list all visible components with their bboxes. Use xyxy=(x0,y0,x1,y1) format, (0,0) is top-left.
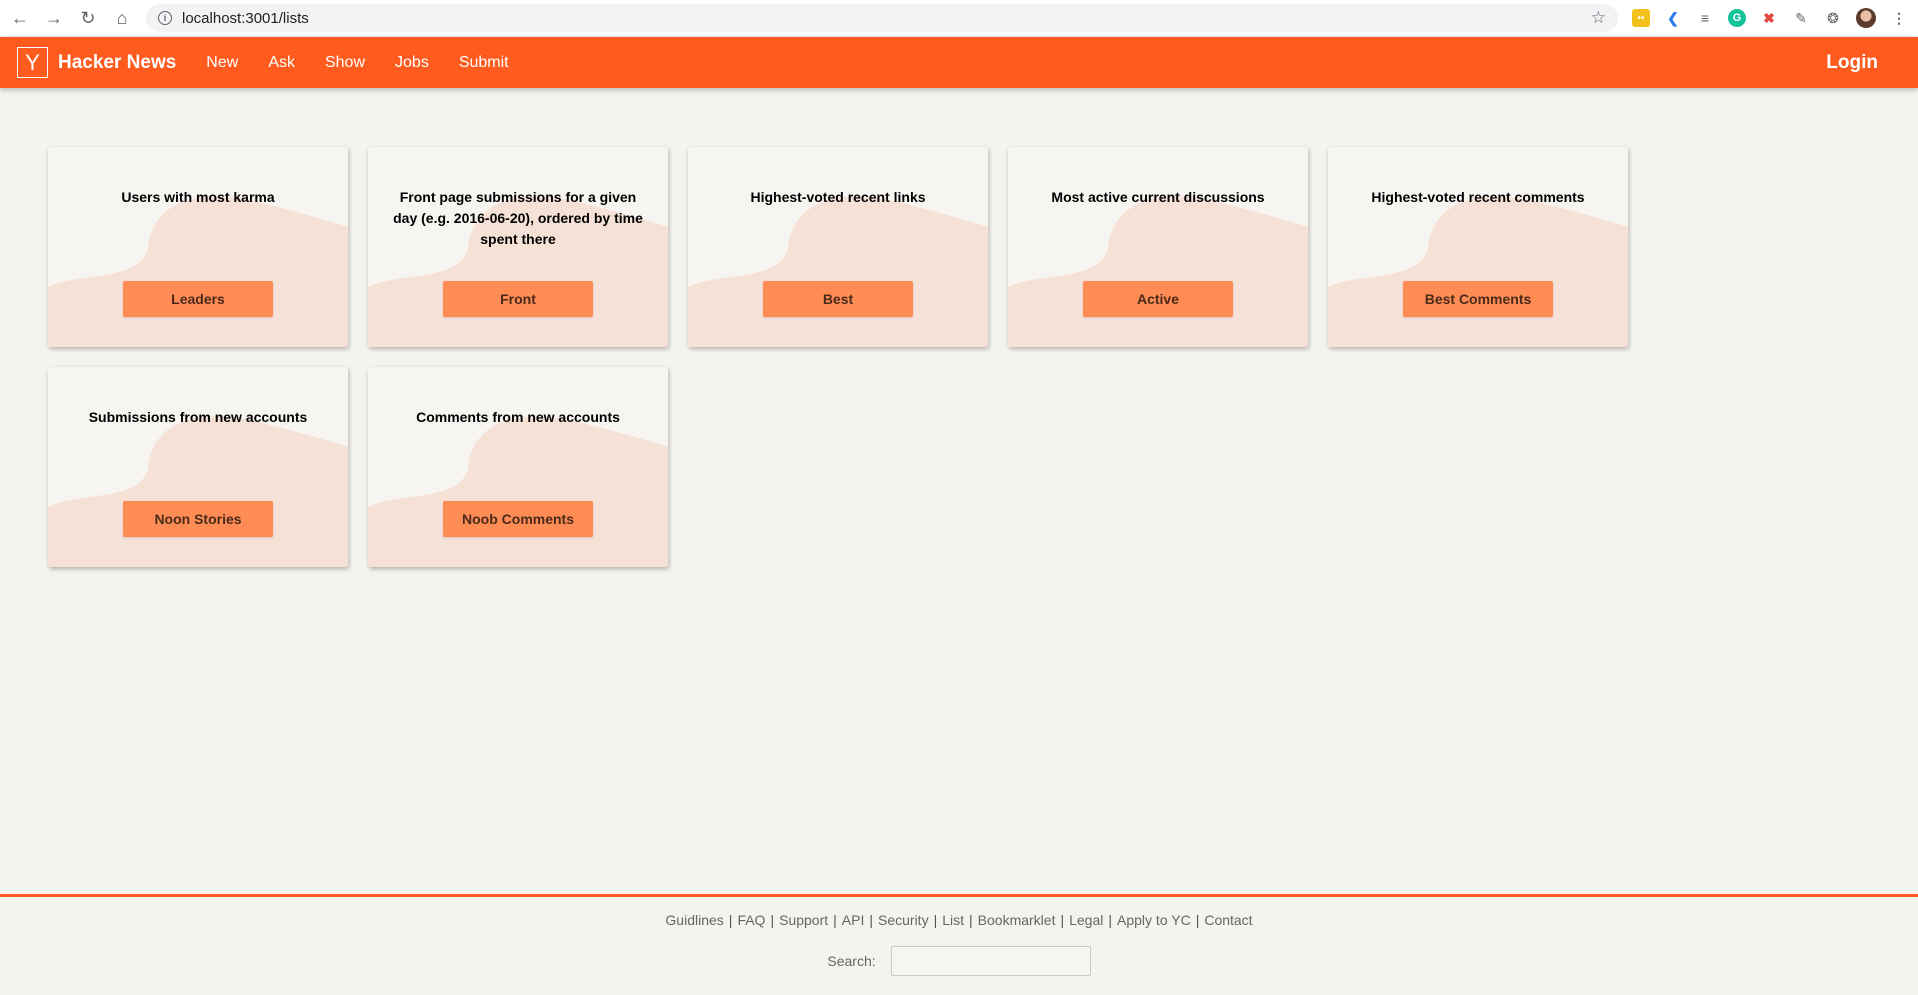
card-description: Users with most karma xyxy=(121,189,275,205)
nav-new[interactable]: New xyxy=(206,54,238,72)
main-nav: New Ask Show Jobs Submit xyxy=(206,54,508,72)
eyedropper-icon[interactable]: ✎ xyxy=(1792,9,1810,27)
separator: | xyxy=(833,912,837,928)
address-bar[interactable]: i localhost:3001/lists ☆ xyxy=(146,4,1618,32)
separator: | xyxy=(1108,912,1113,928)
card-background-shape xyxy=(688,196,988,347)
browser-menu-icon[interactable]: ⋮ xyxy=(1890,9,1908,27)
separator: | xyxy=(1195,912,1200,928)
card-background-shape xyxy=(1328,196,1628,347)
footer-link-api[interactable]: API xyxy=(842,912,865,928)
noob-comments-button[interactable]: Noob Comments xyxy=(443,501,593,537)
leaders-button[interactable]: Leaders xyxy=(123,281,273,317)
extension-notes-icon[interactable]: •• xyxy=(1632,9,1650,27)
browser-toolbar: ← → ↻ ⌂ i localhost:3001/lists ☆ •• ❮ ≡ … xyxy=(0,0,1918,37)
site-title[interactable]: Hacker News xyxy=(58,52,176,74)
list-card-noob-comments: Comments from new accounts Noob Comments xyxy=(368,367,668,567)
lists-grid: Users with most karma Leaders Front page… xyxy=(48,147,1628,567)
active-button[interactable]: Active xyxy=(1083,281,1233,317)
search-label: Search: xyxy=(827,953,876,969)
nav-ask[interactable]: Ask xyxy=(268,54,295,72)
separator: | xyxy=(728,912,733,928)
site-header: Y Hacker News New Ask Show Jobs Submit L… xyxy=(0,37,1918,88)
separator: | xyxy=(770,912,775,928)
info-icon[interactable]: i xyxy=(158,11,172,25)
footer-link-apply-yc[interactable]: Apply to YC xyxy=(1117,912,1191,928)
extensions-puzzle-icon[interactable]: ❂ xyxy=(1824,9,1842,27)
card-background-shape xyxy=(48,196,348,347)
card-background-shape xyxy=(48,416,348,567)
footer-link-list[interactable]: List xyxy=(942,912,964,928)
footer-link-legal[interactable]: Legal xyxy=(1069,912,1103,928)
url-text[interactable]: localhost:3001/lists xyxy=(182,10,1581,27)
forward-icon[interactable]: → xyxy=(44,8,64,28)
bookmark-star-icon[interactable]: ☆ xyxy=(1591,8,1606,28)
reload-icon[interactable]: ↻ xyxy=(78,8,98,28)
home-icon[interactable]: ⌂ xyxy=(112,8,132,28)
extension-k-icon[interactable]: ❮ xyxy=(1664,9,1682,27)
nav-show[interactable]: Show xyxy=(325,54,365,72)
back-icon[interactable]: ← xyxy=(10,8,30,28)
best-button[interactable]: Best xyxy=(763,281,913,317)
footer-link-contact[interactable]: Contact xyxy=(1204,912,1252,928)
list-card-leaders: Users with most karma Leaders xyxy=(48,147,348,347)
site-footer: Guidlines | FAQ | Support | API | Security | … xyxy=(0,894,1918,976)
separator: | xyxy=(1060,912,1065,928)
footer-search: Search: xyxy=(0,946,1918,976)
search-input[interactable] xyxy=(890,946,1091,976)
card-description: Most active current discussions xyxy=(1051,189,1265,205)
card-background-shape xyxy=(368,416,668,567)
card-description: Submissions from new accounts xyxy=(88,409,308,425)
footer-link-support[interactable]: Support xyxy=(779,912,828,928)
card-description: Highest-voted recent comments xyxy=(1371,189,1585,205)
extension-cross-icon[interactable]: ✖ xyxy=(1760,9,1778,27)
card-background-shape xyxy=(1008,196,1308,347)
list-card-best-comments: Highest-voted recent comments Best Comme… xyxy=(1328,147,1628,347)
front-button[interactable]: Front xyxy=(443,281,593,317)
extension-lines-icon[interactable]: ≡ xyxy=(1696,9,1714,27)
footer-links: Guidlines | FAQ | Support | API | Security | … xyxy=(0,912,1918,928)
grammarly-icon[interactable]: G xyxy=(1728,9,1746,27)
noob-stories-button[interactable]: Noon Stories xyxy=(123,501,273,537)
card-description: Highest-voted recent links xyxy=(750,189,926,205)
nav-jobs[interactable]: Jobs xyxy=(395,54,429,72)
footer-link-bookmarklet[interactable]: Bookmarklet xyxy=(978,912,1056,928)
footer-link-guidelines[interactable]: Guidlines xyxy=(665,912,723,928)
list-card-best: Highest-voted recent links Best xyxy=(688,147,988,347)
footer-link-security[interactable]: Security xyxy=(878,912,929,928)
footer-link-faq[interactable]: FAQ xyxy=(737,912,765,928)
best-comments-button[interactable]: Best Comments xyxy=(1403,281,1553,317)
profile-avatar[interactable] xyxy=(1856,8,1876,28)
separator: | xyxy=(933,912,938,928)
list-card-front: Front page submissions for a given day (… xyxy=(368,147,668,347)
login-link[interactable]: Login xyxy=(1826,52,1878,74)
list-card-noob-stories: Submissions from new accounts Noon Stori… xyxy=(48,367,348,567)
hn-logo[interactable]: Y xyxy=(17,47,48,78)
card-description: Comments from new accounts xyxy=(416,409,620,425)
nav-submit[interactable]: Submit xyxy=(459,54,509,72)
extensions-area: •• ❮ ≡ G ✖ ✎ ❂ ⋮ xyxy=(1632,8,1908,28)
card-description: Front page submissions for a given day (… xyxy=(393,189,643,247)
list-card-active: Most active current discussions Active xyxy=(1008,147,1308,347)
separator: | xyxy=(969,912,973,928)
separator: | xyxy=(869,912,873,928)
